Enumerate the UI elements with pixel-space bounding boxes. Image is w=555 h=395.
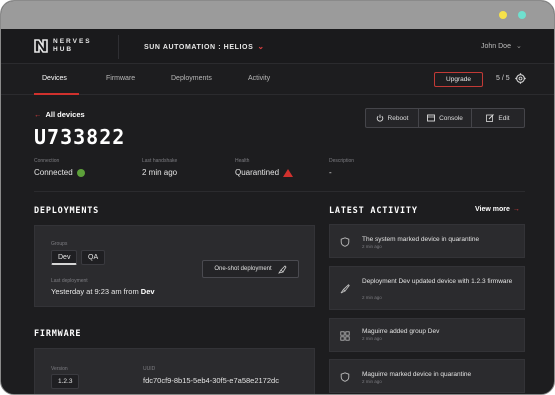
chevron-down-icon: ⌄ — [257, 42, 265, 51]
view-more-label: View more — [475, 206, 510, 213]
edit-button[interactable]: Edit — [472, 109, 524, 127]
activity-text: Maguirre marked device in quarantine — [362, 371, 472, 378]
description-meta: Description - — [329, 158, 354, 177]
uuid-label: UUID — [143, 366, 156, 372]
console-button[interactable]: Console — [419, 109, 472, 127]
org-switcher[interactable]: SUN AUTOMATION : HELIOS ⌄ — [144, 42, 265, 51]
handshake-label: Last handshake — [142, 158, 178, 164]
last-deployment-value: Yesterday at 9:23 am from Dev — [51, 287, 155, 296]
activity-time: 2 min ago — [362, 379, 382, 384]
activity-item[interactable]: The system marked device in quarantine 2… — [329, 224, 525, 258]
tab-activity[interactable]: Activity — [248, 75, 270, 82]
firmware-uuid: fdc70cf9-8b15-5eb4-30f5-e7a58e2172dc — [143, 376, 279, 385]
handshake-meta: Last handshake 2 min ago — [142, 158, 177, 177]
activity-text: Deployment Dev updated device with 1.2.3… — [362, 278, 513, 285]
edit-label: Edit — [498, 114, 510, 122]
back-link[interactable]: ← All devices — [34, 110, 85, 119]
latest-activity-title: LATEST ACTIVITY — [329, 206, 418, 216]
divider — [34, 191, 525, 192]
logo-text-line2: HUB — [53, 46, 74, 53]
logo-text-line1: NERVES — [53, 38, 92, 45]
activity-time: 2 min ago — [362, 244, 382, 249]
user-name: John Doe — [481, 43, 511, 50]
device-identifier: U733822 — [34, 125, 126, 149]
main-tabs: Devices Firmware Deployments Activity Up… — [1, 65, 554, 95]
last-deployment-text: Yesterday at 9:23 am from — [51, 287, 139, 296]
health-value: Quarantined — [235, 168, 280, 177]
shield-icon — [340, 237, 350, 247]
activity-text: The system marked device in quarantine — [362, 236, 480, 243]
deployments-card: Groups Dev QA Last deployment Yesterday … — [34, 225, 315, 307]
activity-text: Maguirre added group Dev — [362, 328, 440, 335]
description-value: - — [329, 168, 332, 177]
activity-time: 2 min ago — [362, 295, 382, 300]
arrow-right-icon: → — [512, 206, 520, 213]
deployments-title: DEPLOYMENTS — [34, 206, 100, 216]
tab-devices[interactable]: Devices — [42, 75, 67, 82]
last-deployment-group: Dev — [140, 287, 155, 296]
tab-firmware[interactable]: Firmware — [106, 75, 135, 82]
description-label: Description — [329, 158, 355, 164]
health-label: Health — [235, 158, 250, 164]
warning-icon — [283, 168, 294, 177]
connection-value: Connected — [34, 168, 73, 177]
window-maximize-button[interactable] — [518, 11, 526, 19]
firmware-version: 1.2.3 — [51, 374, 80, 389]
org-name: SUN AUTOMATION : HELIOS — [144, 44, 254, 51]
user-menu[interactable]: John Doe ⌄ — [481, 42, 522, 50]
console-label: Console — [439, 114, 463, 122]
app-window: NERVES HUB SUN AUTOMATION : HELIOS ⌄ John… — [0, 0, 555, 395]
device-count: 5 / 5 — [496, 75, 510, 82]
activity-item[interactable]: Maguirre added group Dev 2 min ago — [329, 318, 525, 352]
reboot-label: Reboot — [387, 114, 409, 122]
nerves-hub-logo-icon[interactable] — [34, 39, 48, 53]
last-deployment-label: Last deployment — [51, 278, 88, 284]
chevron-down-icon: ⌄ — [515, 43, 522, 50]
activity-item[interactable]: Deployment Dev updated device with 1.2.3… — [329, 266, 525, 310]
groups-label: Groups — [51, 241, 68, 247]
group-icon — [340, 331, 350, 341]
group-chip-qa[interactable]: QA — [81, 250, 106, 265]
arrow-left-icon: ← — [34, 110, 42, 119]
active-tab-indicator — [34, 93, 79, 95]
device-actions: Reboot Console Edit — [365, 108, 525, 128]
console-icon — [427, 114, 436, 122]
tab-deployments[interactable]: Deployments — [171, 75, 212, 82]
one-shot-deployment-button[interactable]: One-shot deployment — [202, 260, 299, 278]
window-chrome — [1, 1, 554, 29]
activity-item[interactable]: Maguirre marked device in quarantine 2 m… — [329, 359, 525, 393]
divider — [118, 35, 119, 59]
group-chip-dev[interactable]: Dev — [51, 250, 78, 265]
back-link-label: All devices — [45, 110, 85, 119]
gear-icon[interactable] — [515, 73, 526, 84]
power-icon — [376, 114, 383, 122]
edit-icon — [486, 114, 495, 122]
reboot-button[interactable]: Reboot — [366, 109, 419, 127]
version-label: Version — [51, 366, 68, 372]
firmware-card: Version 1.2.3 UUID fdc70cf9-8b15-5eb4-30… — [34, 348, 315, 394]
window-minimize-button[interactable] — [499, 11, 507, 19]
shield-icon — [340, 372, 350, 382]
one-shot-label: One-shot deployment — [214, 266, 272, 272]
view-more-link[interactable]: View more → — [475, 206, 520, 213]
health-meta: Health Quarantined — [235, 158, 294, 177]
connection-meta: Connection Connected — [34, 158, 85, 177]
upgrade-button[interactable]: Upgrade — [434, 72, 483, 87]
rocket-icon — [340, 284, 350, 294]
check-icon — [76, 168, 85, 177]
connection-label: Connection — [34, 158, 60, 164]
top-bar: NERVES HUB SUN AUTOMATION : HELIOS ⌄ John… — [1, 29, 554, 64]
rocket-icon — [277, 264, 287, 274]
activity-time: 2 min ago — [362, 336, 382, 341]
firmware-title: FIRMWARE — [34, 329, 82, 339]
handshake-value: 2 min ago — [142, 168, 178, 177]
logo-text: NERVES HUB — [53, 38, 92, 54]
